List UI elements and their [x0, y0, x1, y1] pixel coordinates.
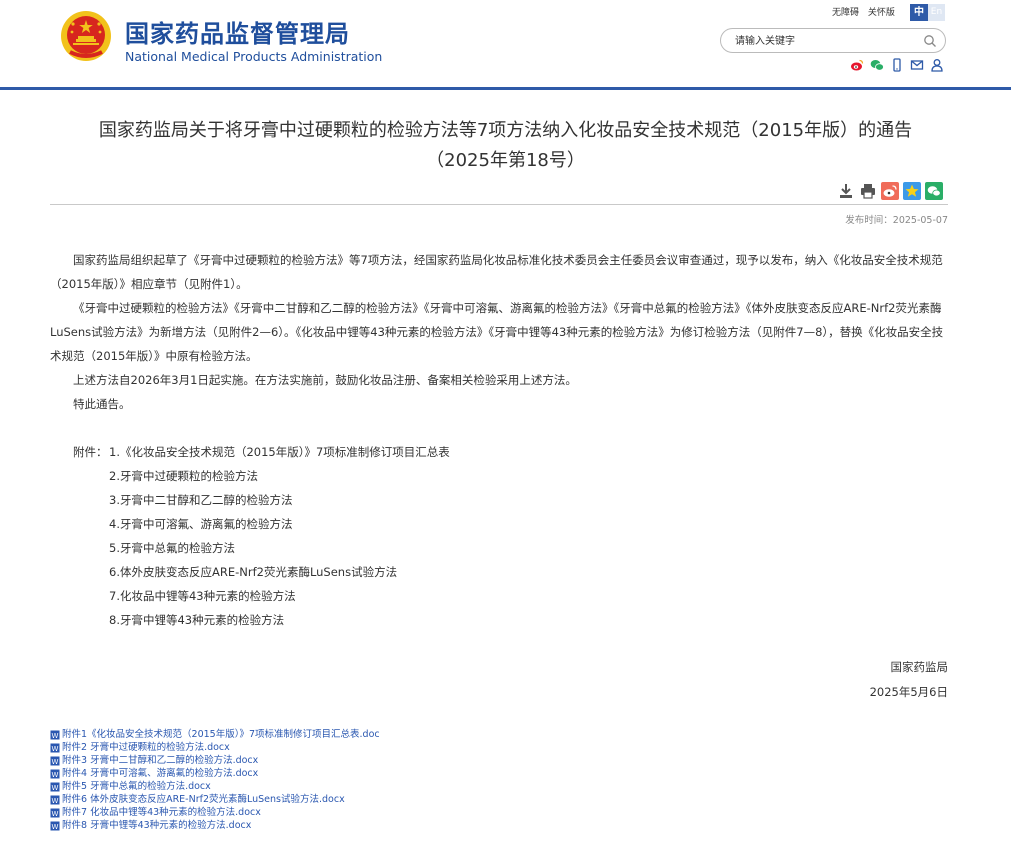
attachment-links: W 附件1《化妆品安全技术规范（2015年版）》7项标准制修订项目汇总表.doc … — [50, 728, 380, 832]
annex-lead: 附件： — [73, 445, 108, 459]
word-doc-icon: W — [50, 821, 60, 831]
annex-item: 3.牙膏中二甘醇和乙二醇的检验方法 — [109, 493, 293, 507]
share-wechat-icon[interactable] — [925, 182, 943, 200]
svg-text:W: W — [52, 823, 59, 831]
svg-text:W: W — [52, 797, 59, 805]
annex-item: 2.牙膏中过硬颗粒的检验方法 — [109, 469, 258, 483]
annex-item: 7.化妆品中锂等43种元素的检验方法 — [109, 589, 296, 603]
social-links — [850, 58, 944, 72]
site-name-cn[interactable]: 国家药品监督管理局 — [125, 14, 350, 49]
lang-zh-button[interactable]: 中 — [910, 4, 928, 21]
word-doc-icon: W — [50, 795, 60, 805]
word-doc-icon: W — [50, 782, 60, 792]
svg-text:W: W — [52, 745, 59, 753]
signature-date: 2025年5月6日 — [869, 685, 948, 699]
word-doc-icon: W — [50, 808, 60, 818]
attachment-link-2[interactable]: W 附件2 牙膏中过硬颗粒的检验方法.docx — [50, 741, 380, 754]
title-divider — [50, 204, 948, 205]
mail-icon[interactable] — [910, 58, 924, 72]
body-paragraph: 国家药监局组织起草了《牙膏中过硬颗粒的检验方法》等7项方法，经国家药监局化妆品标… — [50, 253, 943, 291]
site-name-en[interactable]: National Medical Products Administration — [125, 49, 382, 64]
care-mode-link[interactable]: 关怀版 — [868, 8, 895, 18]
attachment-link-6[interactable]: W 附件6 体外皮肤变态反应ARE-Nrf2荧光素酶LuSens试验方法.docx — [50, 793, 380, 806]
accessibility-link[interactable]: 无障碍 — [832, 8, 859, 18]
attachment-link-7[interactable]: W 附件7 化妆品中锂等43种元素的检验方法.docx — [50, 806, 380, 819]
body-paragraph: 上述方法自2026年3月1日起实施。在方法实施前，鼓励化妆品注册、备案相关检验采… — [73, 373, 577, 387]
mobile-icon[interactable] — [890, 58, 904, 72]
signature-org: 国家药监局 — [890, 660, 949, 674]
annex-item: 4.牙膏中可溶氟、游离氟的检验方法 — [109, 517, 293, 531]
article-title-line1: 国家药监局关于将牙膏中过硬颗粒的检验方法等7项方法纳入化妆品安全技术规范（201… — [98, 120, 913, 141]
national-emblem-icon[interactable] — [60, 10, 112, 62]
annex-item: 附件： 1.《化妆品安全技术规范（2015年版）》7项标准制修订项目汇总表 — [73, 440, 450, 464]
publish-date: 发布时间：2025-05-07 — [845, 215, 948, 226]
body-paragraph: 特此通告。 — [73, 397, 131, 411]
annex-item: 8.牙膏中锂等43种元素的检验方法 — [109, 613, 285, 627]
lang-en-button[interactable]: En — [928, 4, 945, 21]
site-header: 国家药品监督管理局 National Medical Products Admi… — [0, 0, 1011, 90]
search-icon[interactable] — [923, 34, 937, 48]
annex-item: 5.牙膏中总氟的检验方法 — [109, 541, 235, 555]
language-switch: 中 En — [910, 4, 945, 21]
attachment-link-8[interactable]: W 附件8 牙膏中锂等43种元素的检验方法.docx — [50, 819, 380, 832]
svg-text:W: W — [52, 771, 59, 779]
share-weibo-icon[interactable] — [881, 182, 899, 200]
print-icon[interactable] — [859, 182, 877, 200]
svg-text:W: W — [52, 758, 59, 766]
article-title: 国家药监局关于将牙膏中过硬颗粒的检验方法等7项方法纳入化妆品安全技术规范（201… — [0, 116, 1011, 176]
top-links: 无障碍 关怀版 — [832, 5, 901, 18]
search-input[interactable] — [735, 33, 915, 49]
annex-list: 附件： 1.《化妆品安全技术规范（2015年版）》7项标准制修订项目汇总表 2.牙… — [73, 440, 450, 632]
attachment-link-3[interactable]: W 附件3 牙膏中二甘醇和乙二醇的检验方法.docx — [50, 754, 380, 767]
user-icon[interactable] — [930, 58, 944, 72]
wechat-icon[interactable] — [870, 58, 884, 72]
signature-block: 国家药监局 2025年5月6日 — [870, 655, 948, 705]
annex-item: 6.体外皮肤变态反应ARE-Nrf2荧光素酶LuSens试验方法 — [109, 565, 398, 579]
header-divider — [0, 87, 1011, 90]
article-title-line2: （2025年第18号） — [426, 150, 585, 171]
attachment-link-4[interactable]: W 附件4 牙膏中可溶氟、游离氟的检验方法.docx — [50, 767, 380, 780]
svg-text:W: W — [52, 784, 59, 792]
word-doc-icon: W — [50, 769, 60, 779]
share-qzone-icon[interactable] — [903, 182, 921, 200]
attachment-link-5[interactable]: W 附件5 牙膏中总氟的检验方法.docx — [50, 780, 380, 793]
body-paragraph: 《牙膏中过硬颗粒的检验方法》《牙膏中二甘醇和乙二醇的检验方法》《牙膏中可溶氟、游… — [50, 301, 944, 363]
article-body: 国家药监局组织起草了《牙膏中过硬颗粒的检验方法》等7项方法，经国家药监局化妆品标… — [50, 248, 948, 416]
svg-text:W: W — [52, 810, 59, 818]
svg-text:W: W — [52, 732, 59, 740]
weibo-icon[interactable] — [850, 58, 864, 72]
search-box — [720, 28, 946, 53]
word-doc-icon: W — [50, 743, 60, 753]
word-doc-icon: W — [50, 730, 60, 740]
attachment-link-1[interactable]: W 附件1《化妆品安全技术规范（2015年版）》7项标准制修订项目汇总表.doc — [50, 728, 380, 741]
word-doc-icon: W — [50, 756, 60, 766]
article-tools — [837, 182, 943, 200]
download-icon[interactable] — [837, 182, 855, 200]
